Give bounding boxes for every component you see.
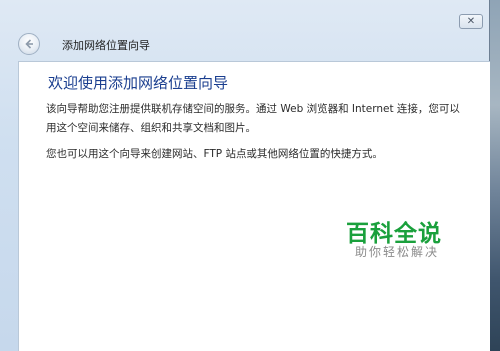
title-bar: ✕ 添加网络位置向导	[0, 0, 490, 62]
desktop-background	[490, 0, 500, 351]
close-icon: ✕	[466, 16, 476, 27]
watermark-subtitle: 助你轻松解决	[355, 245, 440, 259]
back-arrow-icon	[25, 39, 33, 49]
shortcut-paragraph: 您也可以用这个向导来创建网站、FTP 站点或其他网络位置的快捷方式。	[46, 148, 383, 160]
wizard-content-panel: 欢迎使用添加网络位置向导 该向导帮助您注册提供联机存储空间的服务。通过 Web …	[18, 61, 490, 351]
close-button[interactable]: ✕	[459, 14, 483, 29]
back-button[interactable]	[18, 33, 40, 55]
page-heading: 欢迎使用添加网络位置向导	[48, 74, 229, 92]
window-title: 添加网络位置向导	[62, 39, 150, 52]
wizard-window: ✕ 添加网络位置向导 欢迎使用添加网络位置向导 该向导帮助您注册提供联机存储空间…	[0, 0, 490, 351]
intro-paragraph: 该向导帮助您注册提供联机存储空间的服务。通过 Web 浏览器和 Internet…	[46, 103, 460, 134]
